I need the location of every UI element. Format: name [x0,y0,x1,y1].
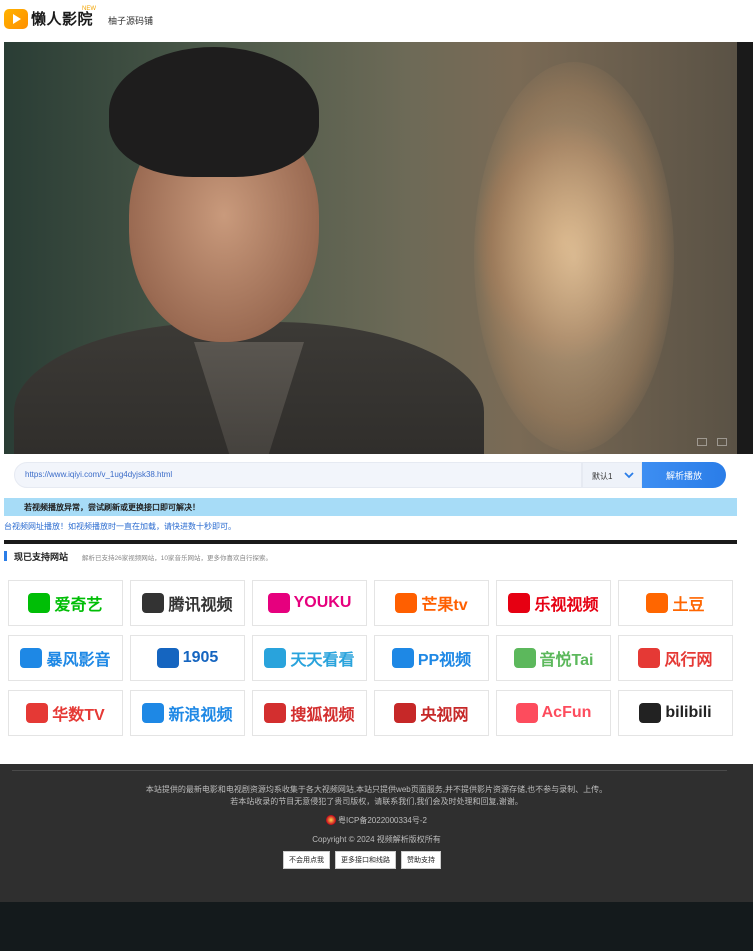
site-name: 央视网 [420,707,469,724]
more-apis-button[interactable]: 更多接口和线路 [335,851,396,869]
site-logo-icon [142,703,165,723]
site-card[interactable]: 新浪视频 [130,690,245,736]
section-title: 现已支持网站 [14,552,69,562]
site-card[interactable]: 芒果tv [374,580,489,626]
site-logo-icon [20,648,43,668]
footer: 本站提供的最新电影和电视剧资源均系收集于各大视频网站,本站只提供web页面服务,… [0,764,753,902]
site-logo-icon [267,593,290,613]
video-player[interactable] [4,42,737,454]
sites-grid: 爱奇艺 腾讯视频 YOUKU 芒果tv 乐视视频 土豆暴风影音 1905 天天看看 PP视频 音悦… [8,580,734,736]
site-logo-icon [395,593,418,613]
api-select-value: 默认1 [592,472,613,481]
site-name: 爱奇艺 [54,597,103,614]
site-name: YOUKU [293,594,352,611]
player-controls [697,438,727,446]
police-emblem-icon [326,815,337,825]
site-logo-icon [513,648,536,668]
footer-copyright-notice: 若本站收录的节目无意侵犯了贵司版权，请联系我们,我们会及时处理和回复,谢谢。 [230,797,523,806]
site-name: 新浪视频 [168,707,233,724]
site-name: 风行网 [664,652,713,669]
footer-disclaimer: 本站提供的最新电影和电视剧资源均系收集于各大视频网站,本站只提供web页面服务,… [145,785,608,794]
site-card[interactable]: 土豆 [618,580,733,626]
site-card[interactable]: PP视频 [374,635,489,681]
site-card[interactable]: 暴风影音 [8,635,123,681]
site-logo-icon [28,593,51,613]
icp-text: 粤ICP备2022000334号-2 [338,816,427,825]
site-card[interactable]: YOUKU [252,580,367,626]
section-accent [4,551,7,561]
site-name: 乐视视频 [534,597,599,614]
footer-buttons: 不会用点我 更多接口和线路 赞助支持 [283,851,441,869]
site-logo-icon [639,703,662,723]
site-logo-icon [638,648,661,668]
background-ornament [474,62,674,452]
site-card[interactable]: 爱奇艺 [8,580,123,626]
site-name: 腾讯视频 [168,597,233,614]
tip-text: 台视频网址播放！如视频播放时一直在加载，请快进数十秒即可。 [4,522,236,531]
site-card[interactable]: 1905 [130,635,245,681]
parse-play-button[interactable]: 解析播放 [642,462,726,488]
footer-copyright: Copyright © 2024 视频解析版权所有 [312,835,441,844]
site-logo-icon [142,593,165,613]
api-select[interactable]: 默认1 [582,462,642,488]
notice-banner: 若视频播放异常，尝试刷新或更换接口即可解决！ [4,498,737,516]
play-logo-icon [4,8,28,29]
section-header: 现已支持网站 解析已支持26家视频网站，10家音乐网站，更多你喜欢自行探索。 [4,550,272,563]
video-figure-hair [109,47,319,177]
sponsor-button[interactable]: 赞助支持 [401,851,441,869]
chevron-down-icon [624,472,634,479]
brand-tag: NEW [82,6,96,12]
site-logo-icon [264,703,287,723]
pip-icon[interactable] [697,438,707,446]
site-card[interactable]: bilibili [618,690,733,736]
site-name: 华数TV [52,707,105,724]
site-card[interactable]: 华数TV [8,690,123,736]
site-name: 音悦Tai [539,652,594,669]
logo[interactable]: 懒人影院 NEW [4,6,96,29]
help-button[interactable]: 不会用点我 [283,851,330,869]
site-name: bilibili [665,704,712,721]
site-logo-icon [515,703,538,723]
fullscreen-icon[interactable] [717,438,727,446]
site-card[interactable]: 天天看看 [252,635,367,681]
footer-divider [12,770,727,771]
icp-record[interactable]: 粤ICP备2022000334号-2 [0,815,753,826]
url-input[interactable]: https://www.iqiyi.com/v_1ug4dyjsk38.html [14,462,582,488]
site-card[interactable]: 乐视视频 [496,580,611,626]
site-card[interactable]: 腾讯视频 [130,580,245,626]
site-logo-icon [391,648,414,668]
frame-border [4,540,737,544]
site-logo-icon [646,593,669,613]
site-logo-icon [508,593,531,613]
bottom-dark-area [0,902,753,951]
site-name: 土豆 [672,597,705,614]
site-name: 暴风影音 [46,652,111,669]
header-link[interactable]: 柚子源码铺 [108,14,153,27]
site-card[interactable]: AcFun [496,690,611,736]
site-name: 芒果tv [421,597,468,614]
site-card[interactable]: 央视网 [374,690,489,736]
player-side-strip [737,42,753,454]
site-logo-icon [264,648,287,668]
site-logo-icon [26,703,49,723]
site-name: PP视频 [417,652,472,669]
site-card[interactable]: 风行网 [618,635,733,681]
site-name: 1905 [182,649,219,666]
site-name: AcFun [541,704,592,721]
section-subtitle: 解析已支持26家视频网站，10家音乐网站，更多你喜欢自行探索。 [82,555,272,562]
site-name: 搜狐视频 [290,707,355,724]
site-card[interactable]: 搜狐视频 [252,690,367,736]
site-logo-icon [394,703,417,723]
site-card[interactable]: 音悦Tai [496,635,611,681]
url-input-value: https://www.iqiyi.com/v_1ug4dyjsk38.html [25,470,173,479]
site-name: 天天看看 [290,652,355,669]
site-logo-icon [156,648,179,668]
header: 懒人影院 NEW 柚子源码铺 [0,0,753,42]
